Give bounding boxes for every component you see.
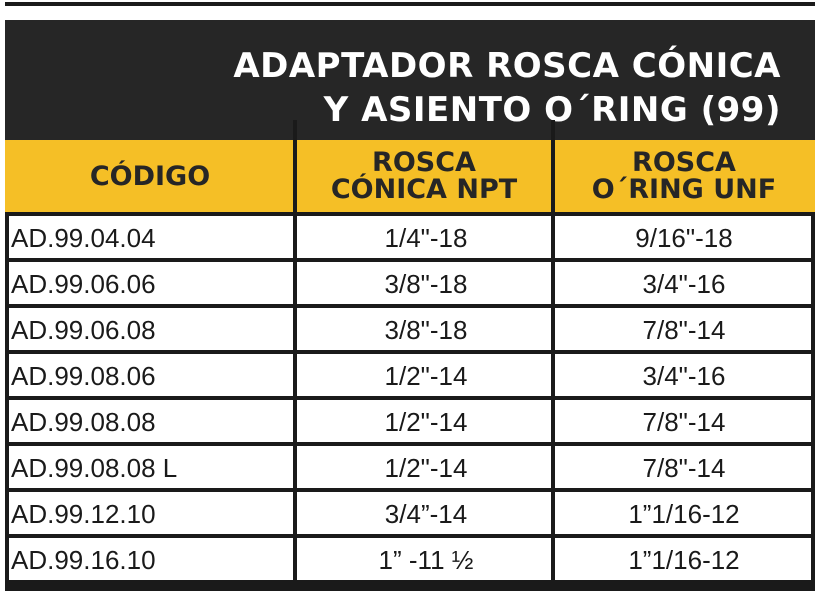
- cell-unf: 7/8"-14: [642, 453, 726, 483]
- cell-unf: 1”1/16-12: [628, 545, 740, 575]
- cell-codigo: AD.99.16.10: [11, 545, 156, 575]
- cell-npt: 1/2"-14: [384, 361, 468, 391]
- cell-npt: 1” -11 ½: [378, 545, 474, 575]
- spec-table: CÓDIGO ROSCA CÓNICA NPT ROSCA O´RING UNF…: [5, 120, 815, 591]
- header-codigo-label: CÓDIGO: [89, 160, 211, 192]
- table-row: AD.99.12.10 3/4”-14 1”1/16-12: [9, 492, 811, 534]
- cell-unf: 3/4"-16: [642, 269, 726, 299]
- cell-npt: 3/4”-14: [384, 499, 468, 529]
- column-divider-2: [551, 120, 555, 591]
- cell-codigo: AD.99.08.06: [11, 361, 156, 391]
- title-banner: ADAPTADOR ROSCA CÓNICA Y ASIENTO O´RING …: [5, 20, 815, 140]
- cell-codigo: AD.99.12.10: [11, 499, 156, 529]
- table-row: AD.99.06.08 3/8"-18 7/8"-14: [9, 308, 811, 350]
- cell-unf: 3/4"-16: [642, 361, 726, 391]
- cell-npt: 1/4"-18: [384, 223, 468, 253]
- table-row: AD.99.06.06 3/8"-18 3/4"-16: [9, 262, 811, 304]
- header-npt-line-1: ROSCA: [372, 147, 476, 178]
- table-row: AD.99.08.08 1/2"-14 7/8"-14: [9, 400, 811, 442]
- header-unf-line-1: ROSCA: [632, 147, 736, 178]
- header-npt: ROSCA CÓNICA NPT: [295, 140, 553, 212]
- cell-unf: 1”1/16-12: [628, 499, 740, 529]
- cell-codigo: AD.99.06.06: [11, 269, 156, 299]
- cell-codigo: AD.99.06.08: [11, 315, 156, 345]
- cell-codigo: AD.99.04.04: [11, 223, 156, 253]
- header-npt-line-2: CÓNICA NPT: [330, 174, 518, 205]
- table-row: AD.99.04.04 1/4"-18 9/16"-18: [9, 216, 811, 258]
- table-row: AD.99.08.06 1/2"-14 3/4"-16: [9, 354, 811, 396]
- cell-npt: 3/8"-18: [384, 315, 468, 345]
- cell-npt: 1/2"-14: [384, 453, 468, 483]
- cell-unf: 7/8"-14: [642, 315, 726, 345]
- cell-codigo: AD.99.08.08: [11, 407, 156, 437]
- table-title: ADAPTADOR ROSCA CÓNICA Y ASIENTO O´RING …: [81, 44, 781, 132]
- title-line-1: ADAPTADOR ROSCA CÓNICA: [233, 46, 781, 86]
- cell-unf: 9/16"-18: [635, 223, 733, 253]
- header-unf-line-2: O´RING UNF: [591, 174, 777, 205]
- cell-codigo: AD.99.08.08 L: [11, 453, 178, 483]
- cell-unf: 7/8"-14: [642, 407, 726, 437]
- column-divider-1: [293, 120, 297, 591]
- top-rule: [5, 2, 815, 6]
- cell-npt: 3/8"-18: [384, 269, 468, 299]
- header-unf: ROSCA O´RING UNF: [553, 140, 815, 212]
- table-row: AD.99.08.08 L 1/2"-14 7/8"-14: [9, 446, 811, 488]
- table-row: AD.99.16.10 1” -11 ½ 1”1/16-12: [9, 538, 811, 580]
- title-line-2: Y ASIENTO O´RING (99): [323, 90, 781, 130]
- table-header: CÓDIGO ROSCA CÓNICA NPT ROSCA O´RING UNF: [5, 140, 815, 212]
- cell-npt: 1/2"-14: [384, 407, 468, 437]
- header-codigo: CÓDIGO: [5, 140, 295, 212]
